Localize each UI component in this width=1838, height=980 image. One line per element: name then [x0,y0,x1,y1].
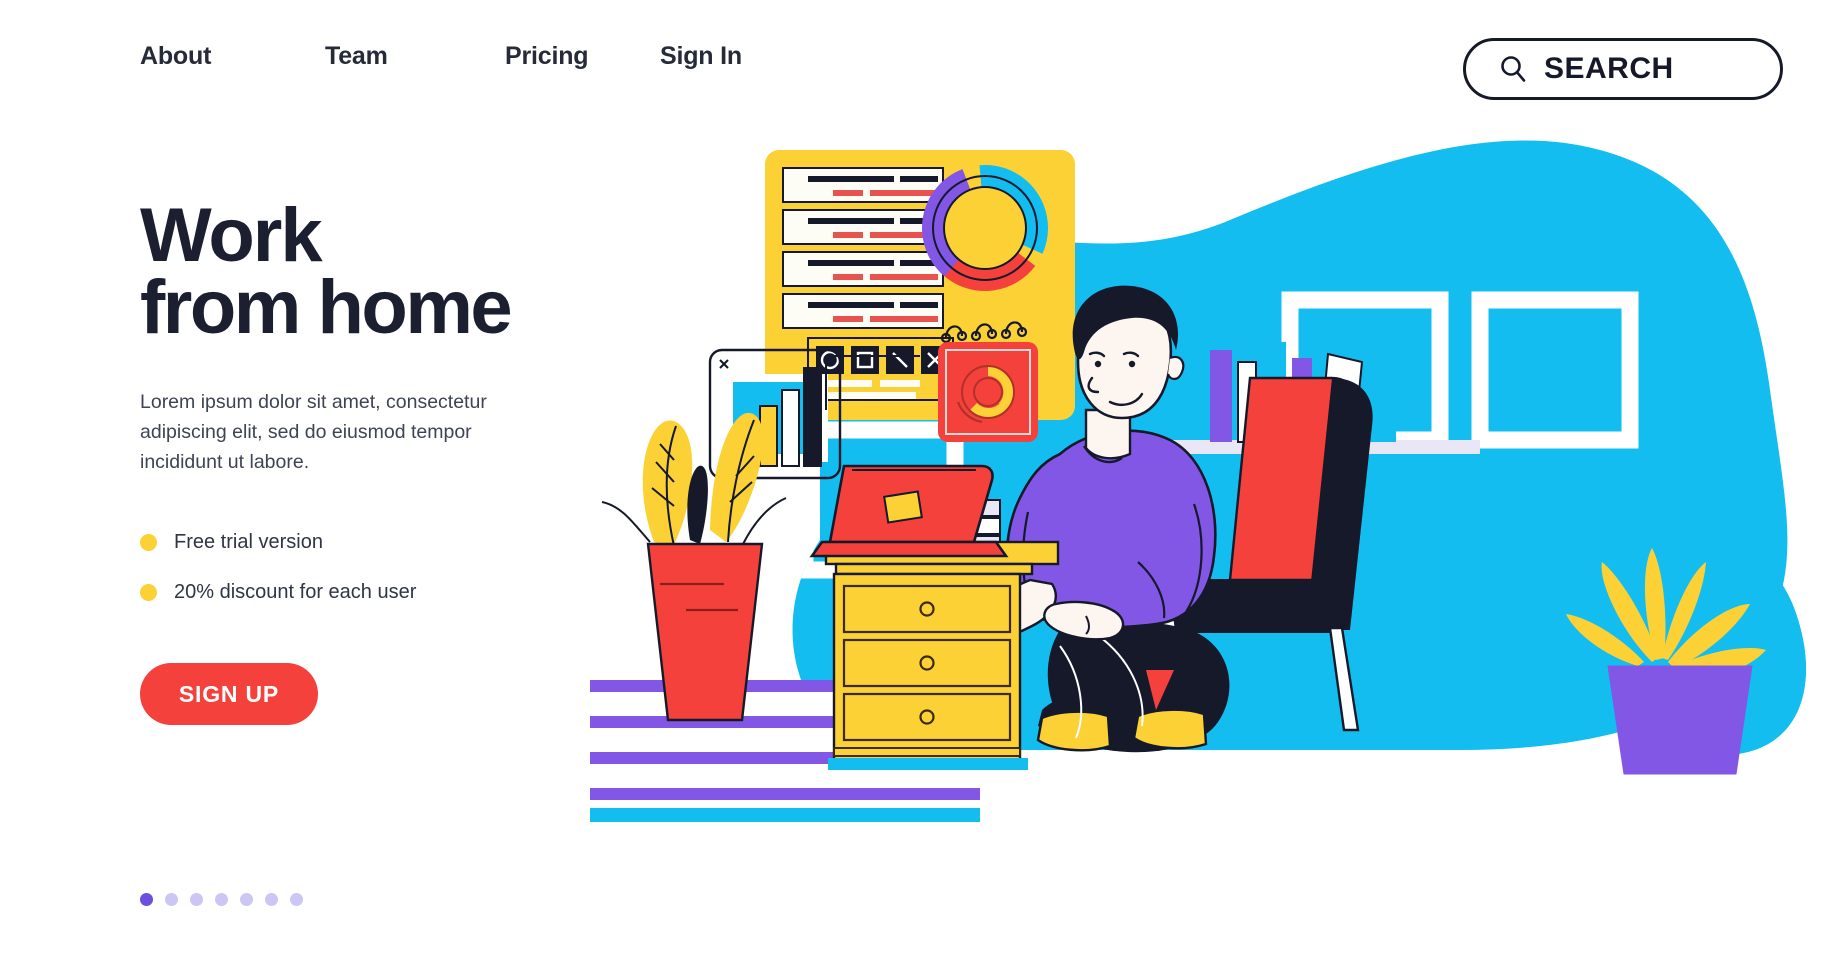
drawer-1[interactable] [842,584,1012,634]
search-label: SEARCH [1544,52,1674,85]
bullet-dot-icon [140,584,157,602]
main-navigation: About Team Pricing Sign In [140,42,800,71]
nav-item-sign-in[interactable]: Sign In [660,42,800,71]
list-item: Free trial version [140,531,660,554]
landing-page: About Team Pricing Sign In SEARCH Work f… [0,0,1838,980]
line-icon[interactable] [886,346,914,374]
carousel-dot-1[interactable] [140,893,153,906]
search-button[interactable]: SEARCH [1463,38,1783,100]
nav-item-about[interactable]: About [140,42,325,71]
dashboard-toolbar[interactable] [807,337,954,401]
carousel-dot-5[interactable] [240,893,253,906]
nav-item-team[interactable]: Team [325,42,505,71]
round-knob [919,601,935,617]
hero-paragraph: Lorem ipsum dolor sit amet, consectetur … [140,391,487,473]
nav-item-pricing[interactable]: Pricing [505,42,660,71]
search-icon [1498,54,1528,84]
carousel-dot-2[interactable] [165,893,178,906]
potted-plant-left [601,412,787,722]
site-header: About Team Pricing Sign In SEARCH [0,0,1838,120]
drawer-2[interactable] [842,638,1012,688]
sign-up-button[interactable]: SIGN UP [140,663,318,726]
square-icon[interactable] [851,346,879,374]
work-from-home-illustration [590,110,1820,870]
feature-label: Free trial version [174,531,323,554]
plant-leaves [601,412,787,548]
carousel-pagination [140,893,303,906]
laptop-sticker [883,490,923,524]
feature-list: Free trial version 20% discount for each… [140,531,660,604]
page-title: Work from home [140,198,660,346]
carousel-dot-3[interactable] [190,893,203,906]
list-item: 20% discount for each user [140,581,660,604]
round-knob [919,655,935,671]
page-title-line2: from home [140,265,513,351]
carousel-dot-4[interactable] [215,893,228,906]
round-knob [919,709,935,725]
hero-content: Work from home Lorem ipsum dolor sit ame… [140,198,660,726]
carousel-dot-6[interactable] [265,893,278,906]
laptop[interactable] [809,464,1009,558]
feature-label: 20% discount for each user [174,581,417,604]
close-icon[interactable] [719,359,729,369]
carousel-dot-7[interactable] [290,893,303,906]
bullet-dot-icon [140,534,157,552]
drawer-3[interactable] [842,692,1012,742]
